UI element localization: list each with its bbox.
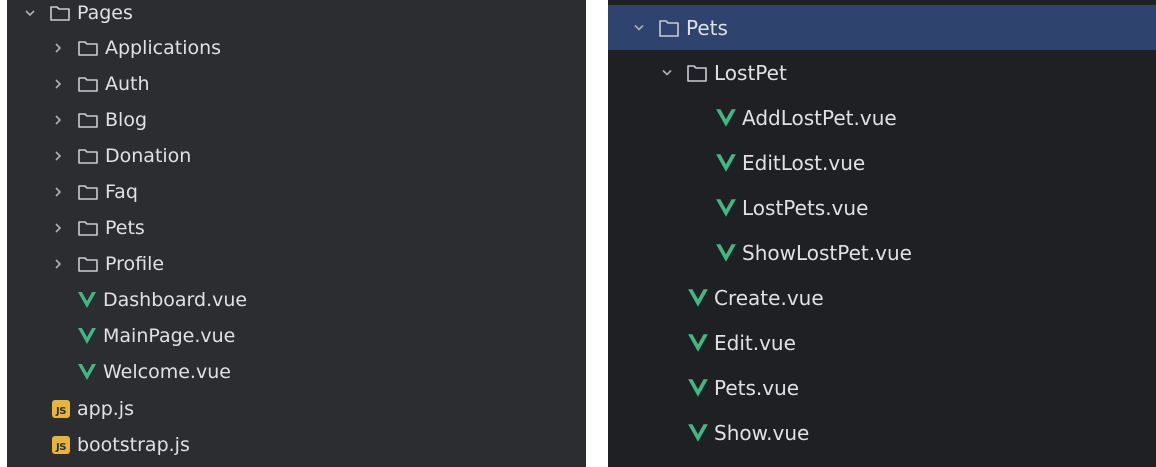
tree-row-label: ShowLostPet.vue [742,240,912,265]
vue-file-icon [715,152,737,174]
folder-icon [77,75,99,93]
vue-file-icon [687,377,709,399]
vue-file-icon [687,287,709,309]
tree-row-file[interactable]: ShowLostPet.vue [608,230,1156,275]
tree-row-label: Blog [105,109,147,131]
tree-row-file[interactable]: JS bootstrap.js [7,427,586,463]
chevron-right-icon[interactable] [51,149,65,163]
tree-row-folder[interactable]: Donation [7,138,586,174]
tree-row-file[interactable]: EditLost.vue [608,140,1156,185]
chevron-down-icon[interactable] [23,6,37,20]
tree-row-file[interactable]: Create.vue [608,275,1156,320]
vue-file-icon [687,422,709,444]
tree-row-file[interactable]: Dashboard.vue [7,282,586,318]
tree-row-label: AddLostPet.vue [742,105,897,130]
folder-icon [658,18,680,38]
tree-row-file[interactable]: JS app.js [7,391,586,427]
tree-row-label: Pets [686,15,728,40]
tree-row-file[interactable]: LostPets.vue [608,185,1156,230]
chevron-right-icon[interactable] [51,41,65,55]
tree-row-label: Welcome.vue [103,361,231,383]
tree-row-label: LostPet [714,60,787,85]
folder-icon [49,4,71,22]
vue-file-icon [77,291,97,309]
js-file-icon: JS [52,400,70,418]
tree-row-folder[interactable]: Blog [7,102,586,138]
chevron-right-icon[interactable] [51,113,65,127]
js-file-icon: JS [52,436,70,454]
chevron-right-icon[interactable] [51,221,65,235]
chevron-down-icon[interactable] [632,21,646,35]
folder-icon [77,219,99,237]
chevron-right-icon[interactable] [51,77,65,91]
tree-row-label: Show.vue [714,420,810,445]
folder-icon [686,63,708,83]
tree-row-folder[interactable]: Profile [7,246,586,282]
tree-row-label: Pets [105,217,145,239]
tree-row-label: Dashboard.vue [103,289,248,311]
project-tree-right: Pets LostPet AddLostPet.vue EditLost.vue… [608,0,1156,467]
tree-row-lostpet[interactable]: LostPet [608,50,1156,95]
tree-row-label: EditLost.vue [742,150,866,175]
tree-row-file[interactable]: Show.vue [608,410,1156,455]
tree-row-label: LostPets.vue [742,195,869,220]
tree-row-folder[interactable]: Pets [7,210,586,246]
tree-row-file[interactable]: AddLostPet.vue [608,95,1156,140]
tree-row-label: Auth [105,73,150,95]
vue-file-icon [687,332,709,354]
vue-file-icon [715,107,737,129]
chevron-right-icon[interactable] [51,257,65,271]
tree-row-label: MainPage.vue [103,325,236,347]
tree-row-label: bootstrap.js [77,434,190,456]
tree-row-file[interactable]: MainPage.vue [7,318,586,354]
tree-row-folder[interactable]: Applications [7,30,586,66]
tree-row-file[interactable]: Pets.vue [608,365,1156,410]
project-tree-left: Pages Applications Auth Blog Donation Fa… [7,0,586,467]
tree-row-folder[interactable]: Auth [7,66,586,102]
folder-icon [77,111,99,129]
tree-row-label: Pages [77,2,133,24]
folder-icon [77,39,99,57]
tree-row-label: Applications [105,37,222,59]
tree-row-label: Pets.vue [714,375,800,400]
tree-row-label: Edit.vue [714,330,796,355]
tree-row-file[interactable]: Welcome.vue [7,354,586,390]
tree-row-folder[interactable]: Faq [7,174,586,210]
tree-row-label: Donation [105,145,192,167]
vue-file-icon [715,242,737,264]
tree-row-label: Faq [105,181,138,203]
tree-row-label: app.js [77,398,134,420]
chevron-down-icon[interactable] [660,66,674,80]
tree-row-label: Profile [105,253,165,275]
folder-icon [77,255,99,273]
vue-file-icon [715,197,737,219]
chevron-right-icon[interactable] [51,185,65,199]
vue-file-icon [77,363,97,381]
tree-row-file[interactable]: Edit.vue [608,320,1156,365]
tree-row-pages[interactable]: Pages [7,0,586,31]
tree-row-label: Create.vue [714,285,824,310]
folder-icon [77,183,99,201]
vue-file-icon [77,327,97,345]
folder-icon [77,147,99,165]
tree-row-pets-selected[interactable]: Pets [608,5,1156,50]
